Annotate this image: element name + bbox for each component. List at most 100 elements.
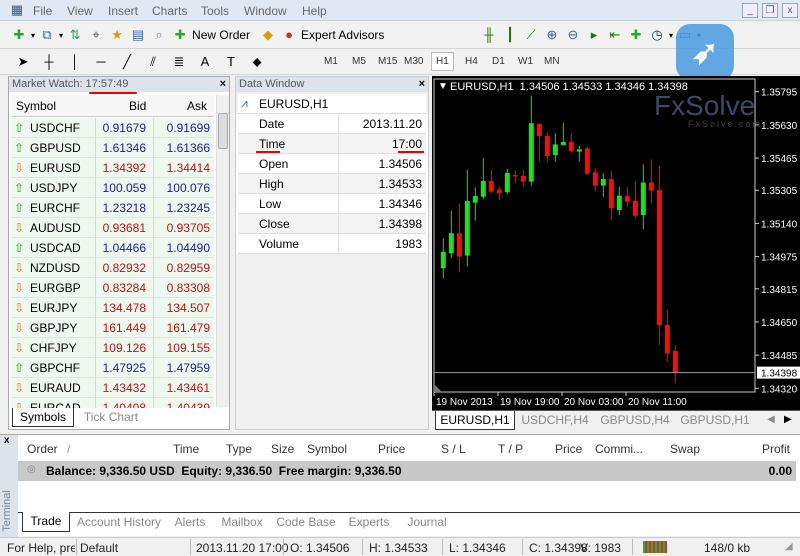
market-watch-row-gbpusd[interactable]: ⇧ GBPUSD 1.61346 1.61366 [11, 138, 214, 158]
timeframe-m30[interactable]: M30 [404, 56, 423, 67]
column-profit[interactable]: Profit [762, 442, 790, 456]
column-commission[interactable]: Commi... [595, 442, 643, 456]
column-order[interactable]: Order [27, 442, 58, 456]
autotrading-warning-icon[interactable]: ◆ [259, 26, 277, 44]
arrows-icon[interactable]: ⬥ [248, 53, 266, 71]
close-icon[interactable]: × [220, 77, 226, 92]
menu-view[interactable]: View [67, 4, 93, 18]
column-size[interactable]: Size [271, 442, 294, 456]
market-watch-icon[interactable]: ⇅ [66, 26, 84, 44]
market-watch-row-eurchf[interactable]: ⇧ EURCHF 1.23218 1.23245 [11, 198, 214, 218]
zoom-out-icon[interactable]: ⊖ [564, 26, 582, 44]
market-watch-row-gbpchf[interactable]: ⇧ GBPCHF 1.47925 1.47959 [11, 358, 214, 378]
candlestick-icon[interactable]: ┃ [501, 26, 519, 44]
chart-shift-icon[interactable]: ⇤ [606, 26, 624, 44]
market-watch-row-eurgbp[interactable]: ⇩ EURGBP 0.83284 0.83308 [11, 278, 214, 298]
equidistant-channel-icon[interactable]: ⫽ [144, 53, 162, 71]
close-icon[interactable]: x [4, 435, 10, 446]
market-watch-row-eurusd[interactable]: ⇩ EURUSD 1.34392 1.34414 [11, 158, 214, 178]
column-current-price[interactable]: Price [555, 442, 582, 456]
column-tp[interactable]: T / P [498, 442, 523, 456]
navigator-crosshair-icon[interactable]: ⌖ [87, 26, 105, 44]
expert-advisors-button[interactable]: Expert Advisors [301, 28, 384, 42]
timeframe-d1[interactable]: D1 [492, 56, 505, 67]
menu-window[interactable]: Window [244, 4, 287, 18]
restore-button[interactable]: ❐ [762, 3, 778, 18]
auto-scroll-icon[interactable]: ▸ [585, 26, 603, 44]
column-ask[interactable]: Ask [187, 99, 207, 113]
timeframe-w1[interactable]: W1 [518, 56, 533, 67]
tab-experts[interactable]: Experts [344, 513, 394, 532]
market-watch-scrollbar[interactable] [216, 95, 229, 407]
column-time[interactable]: Time [173, 442, 199, 456]
column-bid[interactable]: Bid [129, 99, 146, 113]
timeframe-h1[interactable]: H1 [431, 52, 454, 71]
market-watch-row-audusd[interactable]: ⇩ AUDUSD 0.93681 0.93705 [11, 218, 214, 238]
line-chart-icon[interactable]: ⟋ [522, 26, 540, 44]
market-watch-row-usdchf[interactable]: ⇧ USDCHF 0.91679 0.91699 [11, 118, 214, 138]
indicators-icon[interactable]: ✚ [627, 26, 645, 44]
market-watch-row-nzdusd[interactable]: ⇩ NZDUSD 0.82932 0.82959 [11, 258, 214, 278]
periods-icon[interactable]: ◷ [648, 26, 666, 44]
tab-alerts[interactable]: Alerts [170, 513, 210, 532]
new-chart-icon[interactable]: ✚ [10, 26, 28, 44]
text-label-icon[interactable]: T [222, 53, 240, 71]
scroll-right-icon[interactable]: ▶ [784, 414, 792, 425]
timeframe-m15[interactable]: M15 [378, 56, 397, 67]
menu-help[interactable]: Help [302, 4, 327, 18]
column-swap[interactable]: Swap [670, 442, 700, 456]
menu-charts[interactable]: Charts [152, 4, 187, 18]
tab-mailbox[interactable]: Mailbox [218, 513, 266, 532]
horizontal-line-icon[interactable]: ─ [92, 53, 110, 71]
trendline-icon[interactable]: ╱ [118, 53, 136, 71]
fibonacci-icon[interactable]: ≣ [170, 53, 188, 71]
zoom-in-icon[interactable]: ⊕ [543, 26, 561, 44]
column-sl[interactable]: S / L [441, 442, 466, 456]
chart-tab-gbpusd-h4[interactable]: GBPUSD,H4 [596, 411, 674, 430]
strategy-tester-icon[interactable]: ⌕ [150, 26, 168, 44]
close-icon[interactable]: × [419, 77, 425, 92]
column-symbol[interactable]: Symbol [16, 99, 56, 113]
text-icon[interactable]: A [196, 53, 214, 71]
chart-window[interactable]: 1.35795 1.35630 1.35465 1.35305 1.35140 1.349… [432, 76, 800, 410]
vertical-line-icon[interactable]: │ [66, 53, 84, 71]
column-type[interactable]: Type [226, 442, 252, 456]
market-watch-row-usdjpy[interactable]: ⇧ USDJPY 100.059 100.076 [11, 178, 214, 198]
balance-row[interactable]: ◎ Balance: 9,336.50 USD Equity: 9,336.50… [18, 461, 796, 481]
column-price[interactable]: Price [378, 442, 405, 456]
resize-grip-icon[interactable]: ◢ [785, 541, 793, 552]
tab-symbols[interactable]: Symbols [12, 408, 74, 427]
connection-status-icon[interactable] [643, 541, 667, 553]
chart-tab-gbpusd-h1[interactable]: GBPUSD,H1 [676, 411, 754, 430]
minimize-button[interactable]: _ [742, 3, 758, 18]
chart-tab-eurusd-h1[interactable]: EURUSD,H1 [435, 411, 515, 430]
bar-chart-icon[interactable]: ╫ [480, 26, 498, 44]
market-watch-row-euraud[interactable]: ⇩ EURAUD 1.43432 1.43461 [11, 378, 214, 398]
cursor-icon[interactable]: ➤ [14, 53, 32, 71]
tab-journal[interactable]: Journal [402, 513, 452, 532]
tab-code-base[interactable]: Code Base [274, 513, 338, 532]
close-window-button[interactable]: x [782, 3, 798, 18]
terminal-icon[interactable]: ▤ [129, 26, 147, 44]
market-watch-row-eurcad[interactable]: ⇩ EURCAD 1.40408 1.40439 [11, 398, 214, 408]
menu-tools[interactable]: Tools [201, 4, 229, 18]
market-watch-row-eurjpy[interactable]: ⇩ EURJPY 134.478 134.507 [11, 298, 214, 318]
timeframe-h4[interactable]: H4 [465, 56, 478, 67]
timeframe-m1[interactable]: M1 [324, 56, 338, 67]
market-watch-row-usdcad[interactable]: ⇧ USDCAD 1.04466 1.04490 [11, 238, 214, 258]
timeframe-mn[interactable]: MN [544, 56, 560, 67]
menu-file[interactable]: File [33, 4, 52, 18]
scroll-left-icon[interactable]: ◀ [767, 414, 775, 425]
profiles-icon[interactable]: ⧉ [38, 26, 56, 44]
menu-insert[interactable]: Insert [108, 4, 138, 18]
navigator-icon[interactable]: ★ [108, 26, 126, 44]
crosshair-icon[interactable]: ┼ [40, 53, 58, 71]
tab-tick-chart[interactable]: Tick Chart [75, 408, 147, 427]
column-symbol[interactable]: Symbol [307, 442, 347, 456]
tab-account-history[interactable]: Account History [76, 513, 162, 532]
tab-trade[interactable]: Trade [22, 512, 70, 532]
chart-menu-icon[interactable]: ▼ [438, 81, 448, 92]
market-watch-row-chfjpy[interactable]: ⇩ CHFJPY 109.126 109.155 [11, 338, 214, 358]
chart-tab-usdchf-h4[interactable]: USDCHF,H4 [516, 411, 594, 430]
timeframe-m5[interactable]: M5 [352, 56, 366, 67]
